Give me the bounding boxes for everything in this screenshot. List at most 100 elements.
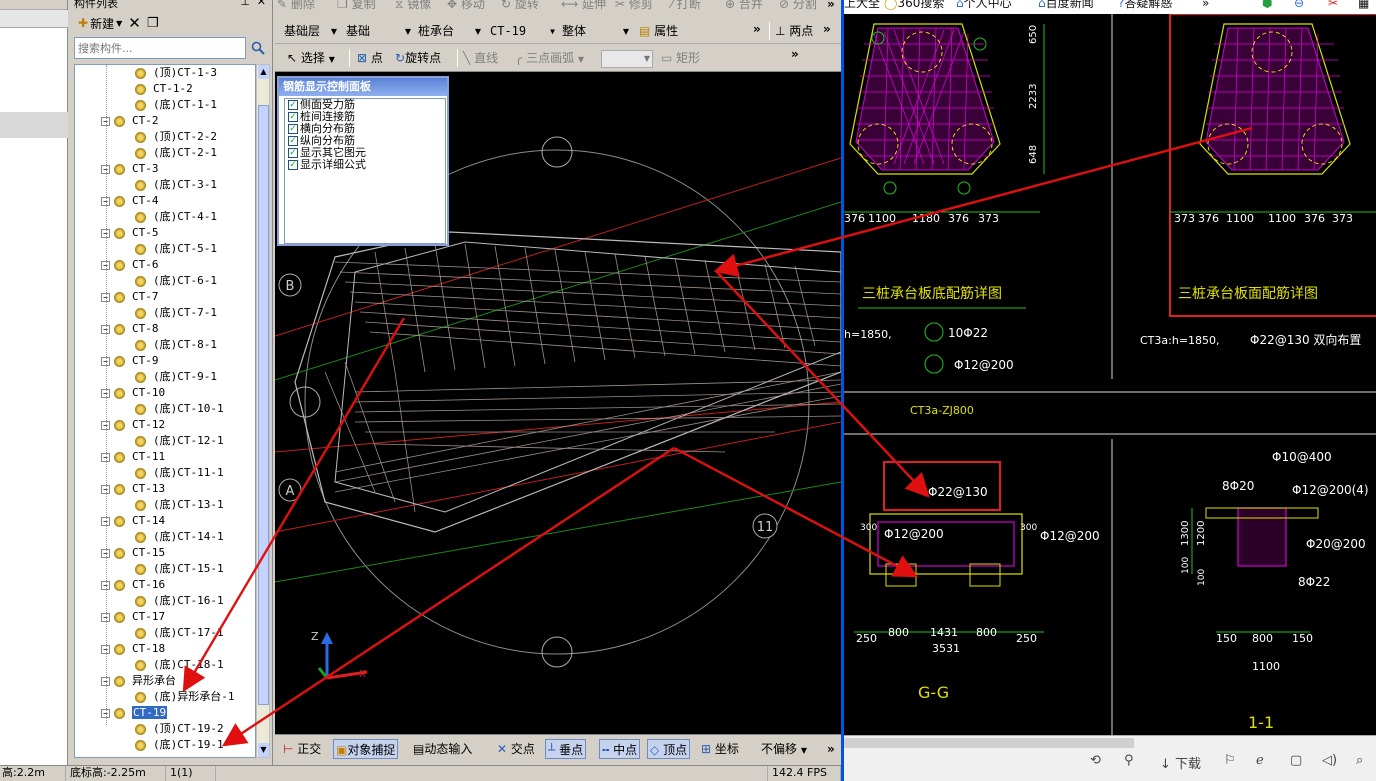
three-point-arc-button[interactable]: ╭ 三点画弧 ▼ [515,49,584,69]
download-button[interactable]: ↓ 下载 [1160,753,1201,772]
vertex-snap[interactable]: ◇ 顶点 [647,739,691,759]
offset-select[interactable]: 不偏移 ▼ [759,739,821,759]
tree-item[interactable]: (底)CT-8-1 [135,337,217,353]
tree-item[interactable]: (底)CT-7-1 [135,305,217,321]
tree-item[interactable]: − CT-3 [101,161,159,177]
tree-item[interactable]: (底)CT-3-1 [135,177,217,193]
tree-item[interactable]: CT-1-2 [135,81,193,97]
scroll-thumb[interactable] [258,105,269,705]
edit-tool-button[interactable]: ✎ 删除 [277,0,315,13]
tree-item[interactable]: − CT-5 [101,225,159,241]
checkbox-icon[interactable]: ✓ [288,148,298,158]
edit-tool-button[interactable]: ⊘ 分割 [779,0,817,13]
scissors-icon[interactable]: ✂ [1328,0,1338,9]
perpendicular-snap[interactable]: ┴ 垂点 [545,739,587,759]
tree-item[interactable]: (底)CT-16-1 [135,593,224,609]
tree-item[interactable]: (底)CT-2-1 [135,145,217,161]
tree-item[interactable]: (顶)CT-1-3 [135,65,217,81]
tree-item[interactable]: (底)CT-4-1 [135,209,217,225]
tree-item[interactable]: − CT-10 [101,385,165,401]
midpoint-snap[interactable]: ╍ 中点 [599,739,641,759]
rotate-icon[interactable]: ⟲ [1090,753,1101,768]
tree-item[interactable]: − CT-9 [101,353,159,369]
tree-item[interactable]: − CT-18 [101,641,165,657]
tree-item[interactable]: (底)CT-11-1 [135,465,224,481]
copy-button[interactable]: ❐ [147,16,159,31]
tree-item[interactable]: (底)CT-6-1 [135,273,217,289]
edge-icon[interactable]: ℯ [1256,753,1264,768]
tree-item[interactable]: (底)CT-15-1 [135,561,224,577]
component-search-input[interactable] [74,37,246,59]
tree-item[interactable]: − CT-6 [101,257,159,273]
ortho-toggle[interactable]: ⊢ 正交 [281,739,323,759]
dynamic-input-toggle[interactable]: ▤动态输入 [411,739,474,759]
tree-item[interactable]: (底)CT-17-1 [135,625,224,641]
edit-tool-button[interactable]: ❐ 复制 [337,0,376,13]
checkbox-icon[interactable]: ✓ [288,124,298,134]
edit-tool-button[interactable]: ✂ 修剪 [615,0,653,13]
tree-item[interactable]: − CT-14 [101,513,165,529]
delete-button[interactable]: ✕ [128,14,141,32]
point-button[interactable]: ⊠ 点 [357,49,383,67]
shield-icon[interactable]: ⬢ [1262,0,1272,9]
window-icon[interactable]: ▢ [1290,753,1302,768]
search-icon[interactable]: ⌕ [1356,753,1363,768]
tree-item[interactable]: − CT-19 [101,705,168,721]
edit-tool-button[interactable]: ↻ 旋转 [501,0,539,13]
object-snap-toggle[interactable]: ▣对象捕捉 [333,739,399,759]
tree-item[interactable]: (底)CT-19-1 [135,737,224,753]
edit-toolbar-overflow-icon[interactable]: » [827,0,835,13]
tree-item[interactable]: (底)CT-5-1 [135,241,217,257]
tree-item[interactable]: (底)CT-13-1 [135,497,224,513]
checkbox-icon[interactable]: ✓ [288,100,298,110]
flag-icon[interactable]: ⚐ [1224,753,1236,768]
favorite-link[interactable]: ◯360搜索 [884,0,944,9]
checkbox-icon[interactable]: ✓ [288,136,298,146]
left-panel-selected-row[interactable] [0,112,68,138]
pin-icon[interactable]: ⚲ [1124,753,1134,768]
tree-item[interactable]: − CT-11 [101,449,165,465]
tree-item[interactable]: (底)CT-14-1 [135,529,224,545]
edit-tool-button[interactable]: ⧖ 镜像 [395,0,431,13]
tree-item[interactable]: (顶)CT-2-2 [135,129,217,145]
tree-item[interactable]: (底)CT-9-1 [135,369,217,385]
tree-item[interactable]: − CT-4 [101,193,159,209]
favorite-link[interactable]: 上大全 [844,0,880,9]
tree-item[interactable]: − 异形承台 [101,673,176,689]
tree-scrollbar[interactable]: ▲ ▼ [256,64,270,758]
more-favorites-icon[interactable]: » [1202,0,1209,9]
rectangle-button[interactable]: ▭ 矩形 [661,49,700,67]
scope-select[interactable]: 整体 ▼ [559,22,631,41]
intersection-snap[interactable]: ✕ 交点 [495,739,537,759]
floor-select[interactable]: 基础层 ▼ [281,22,339,41]
two-points-button[interactable]: ⊥ 两点 [775,22,813,40]
tree-item[interactable]: (底)CT-10-1 [135,401,224,417]
viewer-horizontal-scrollbar[interactable] [844,738,1134,748]
checkbox-icon[interactable]: ✓ [288,160,298,170]
tree-item[interactable]: − CT-17 [101,609,165,625]
tree-item[interactable]: (底)CT-12-1 [135,433,224,449]
drawing-image-viewer[interactable]: 上大全 ◯360搜索 ⌂个人中心 ⌂百度新闻 ?答疑解惑 » ⬢ ⊖ ✂ ▦ 6… [841,0,1376,781]
toolbar-overflow-icon-3[interactable]: » [791,45,799,63]
favorite-link[interactable]: ?答疑解惑 [1118,0,1172,9]
scroll-down-arrow[interactable]: ▼ [258,743,269,757]
rebar-option-checkbox[interactable]: ✓ 显示详细公式 [285,159,445,171]
tree-item[interactable]: − CT-15 [101,545,165,561]
scroll-up-arrow[interactable]: ▲ [258,65,269,79]
tree-item[interactable]: (底)CT-18-1 [135,657,224,673]
arc-mode-select[interactable]: ▼ [601,50,653,68]
favorite-link[interactable]: ⌂百度新闻 [1038,0,1094,9]
edit-tool-button[interactable]: ✥ 移动 [447,0,485,13]
tree-item[interactable]: − CT-2 [101,113,159,129]
tree-item[interactable]: (底)CT-1-1 [135,97,217,113]
speaker-icon[interactable]: ◁) [1322,753,1337,768]
edit-tool-button[interactable]: ⟷ 延伸 [561,0,606,13]
status-overflow-icon[interactable]: » [825,739,837,759]
select-button[interactable]: ↖ 选择 ▼ [287,49,335,69]
rotate-point-button[interactable]: ↻旋转点 [395,49,441,67]
edit-tool-button[interactable]: ⁄ 打断 [671,0,701,13]
coordinate-toggle[interactable]: ⊞ 坐标 [699,739,741,759]
favorite-link[interactable]: ⌂个人中心 [956,0,1012,9]
tree-item[interactable]: − CT-8 [101,321,159,337]
edit-tool-button[interactable]: ⊕ 合并 [725,0,763,13]
